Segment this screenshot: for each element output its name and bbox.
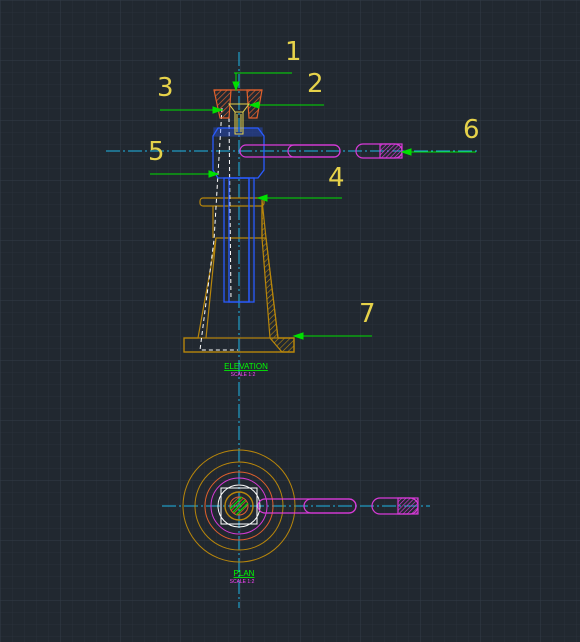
background-grid <box>0 0 580 642</box>
callout-4: 4 <box>328 163 345 193</box>
elevation-title: ELEVATION <box>224 362 268 371</box>
cad-drawing-canvas[interactable]: 1 2 3 4 5 6 7 ELEVATION SCALE 1:2 PLAN S… <box>0 0 580 642</box>
callout-6: 6 <box>463 115 480 145</box>
callout-2: 2 <box>307 69 324 99</box>
tommy-bar-end-hatch <box>379 143 403 159</box>
callout-5: 5 <box>148 137 165 167</box>
callout-1: 1 <box>285 37 302 67</box>
plan-title: PLAN <box>234 569 255 578</box>
elevation-scale: SCALE 1:2 <box>231 372 256 378</box>
plan-scale: SCALE 1:2 <box>230 579 255 585</box>
callout-7: 7 <box>359 299 376 329</box>
screw-collar-band <box>213 127 263 137</box>
callout-3: 3 <box>157 73 174 103</box>
